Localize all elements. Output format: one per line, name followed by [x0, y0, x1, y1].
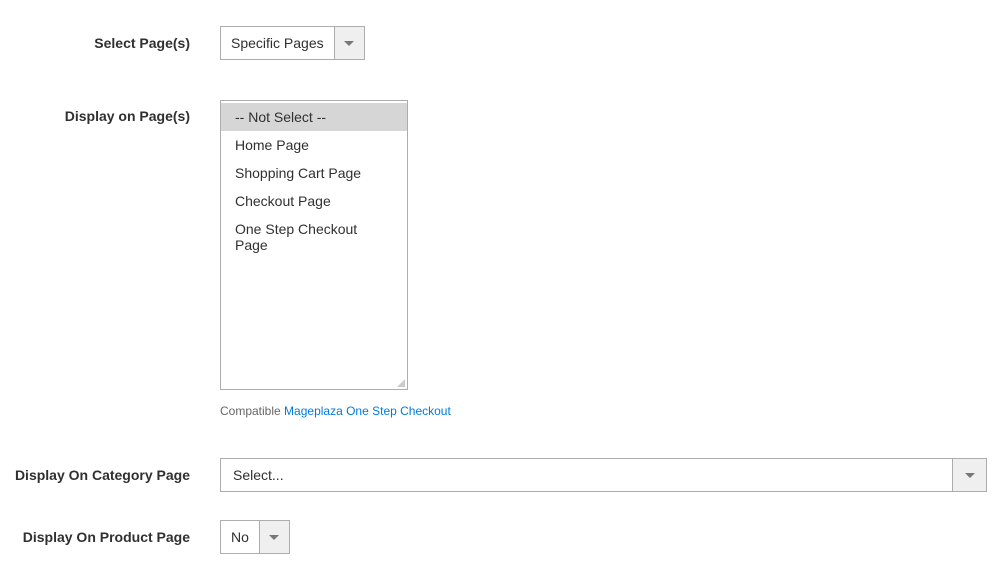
display-on-category-dropdown[interactable]: Select... [220, 458, 987, 492]
display-on-product-toggle[interactable] [259, 521, 289, 553]
row-display-on-product: Display On Product Page No [0, 520, 1001, 554]
multiselect-option[interactable]: Shopping Cart Page [221, 159, 407, 187]
field-select-pages: Specific Pages [220, 26, 1001, 60]
multiselect-option[interactable]: Home Page [221, 131, 407, 159]
chevron-down-icon [344, 41, 354, 46]
display-on-pages-multiselect[interactable]: -- Not Select --Home PageShopping Cart P… [220, 100, 408, 390]
display-on-product-dropdown[interactable]: No [220, 520, 290, 554]
display-on-pages-helper: Compatible Mageplaza One Step Checkout [220, 404, 987, 418]
label-display-on-category: Display On Category Page [0, 467, 220, 483]
multiselect-option[interactable]: One Step Checkout Page [221, 215, 407, 259]
display-on-category-value: Select... [221, 459, 952, 491]
field-display-on-category: Select... [220, 458, 1001, 492]
select-pages-value: Specific Pages [221, 27, 334, 59]
multiselect-option[interactable]: Checkout Page [221, 187, 407, 215]
display-on-product-value: No [221, 521, 259, 553]
label-display-on-product: Display On Product Page [0, 529, 220, 545]
resize-handle-icon[interactable] [395, 377, 405, 387]
display-on-category-toggle[interactable] [952, 459, 986, 491]
helper-text: Compatible [220, 404, 281, 418]
select-pages-dropdown[interactable]: Specific Pages [220, 26, 365, 60]
field-display-on-pages: -- Not Select --Home PageShopping Cart P… [220, 100, 1001, 418]
row-display-on-pages: Display on Page(s) -- Not Select --Home … [0, 100, 1001, 418]
row-display-on-category: Display On Category Page Select... [0, 458, 1001, 492]
select-pages-toggle[interactable] [334, 27, 364, 59]
multiselect-option[interactable]: -- Not Select -- [221, 103, 407, 131]
helper-link-mageplaza[interactable]: Mageplaza One Step Checkout [284, 404, 451, 418]
field-display-on-product: No [220, 520, 1001, 554]
label-display-on-pages: Display on Page(s) [0, 100, 220, 124]
label-select-pages: Select Page(s) [0, 35, 220, 51]
row-select-pages: Select Page(s) Specific Pages [0, 26, 1001, 60]
chevron-down-icon [965, 473, 975, 478]
chevron-down-icon [269, 535, 279, 540]
